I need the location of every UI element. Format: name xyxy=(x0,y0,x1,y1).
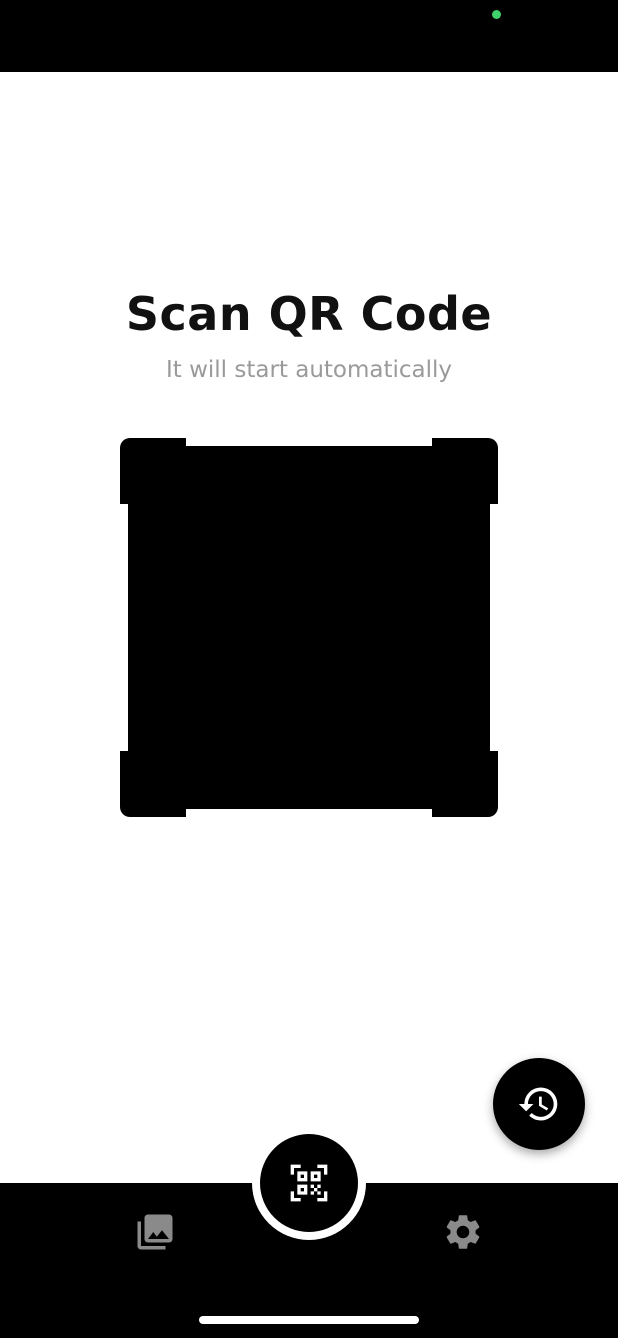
gallery-button[interactable] xyxy=(131,1208,179,1256)
scanner-frame xyxy=(120,438,498,817)
history-button[interactable] xyxy=(493,1058,585,1150)
scan-qr-button[interactable] xyxy=(260,1134,358,1232)
camera-indicator-dot xyxy=(492,10,501,19)
home-indicator[interactable] xyxy=(199,1316,419,1324)
history-icon xyxy=(518,1087,558,1121)
settings-button[interactable] xyxy=(439,1208,487,1256)
gear-icon xyxy=(446,1215,480,1249)
page-title: Scan QR Code xyxy=(125,287,493,341)
page-subtitle: It will start automatically xyxy=(165,357,453,383)
photo-library-icon xyxy=(137,1214,173,1250)
qr-code-scanner-icon xyxy=(290,1164,328,1202)
status-bar xyxy=(0,0,618,72)
camera-preview xyxy=(128,446,490,809)
